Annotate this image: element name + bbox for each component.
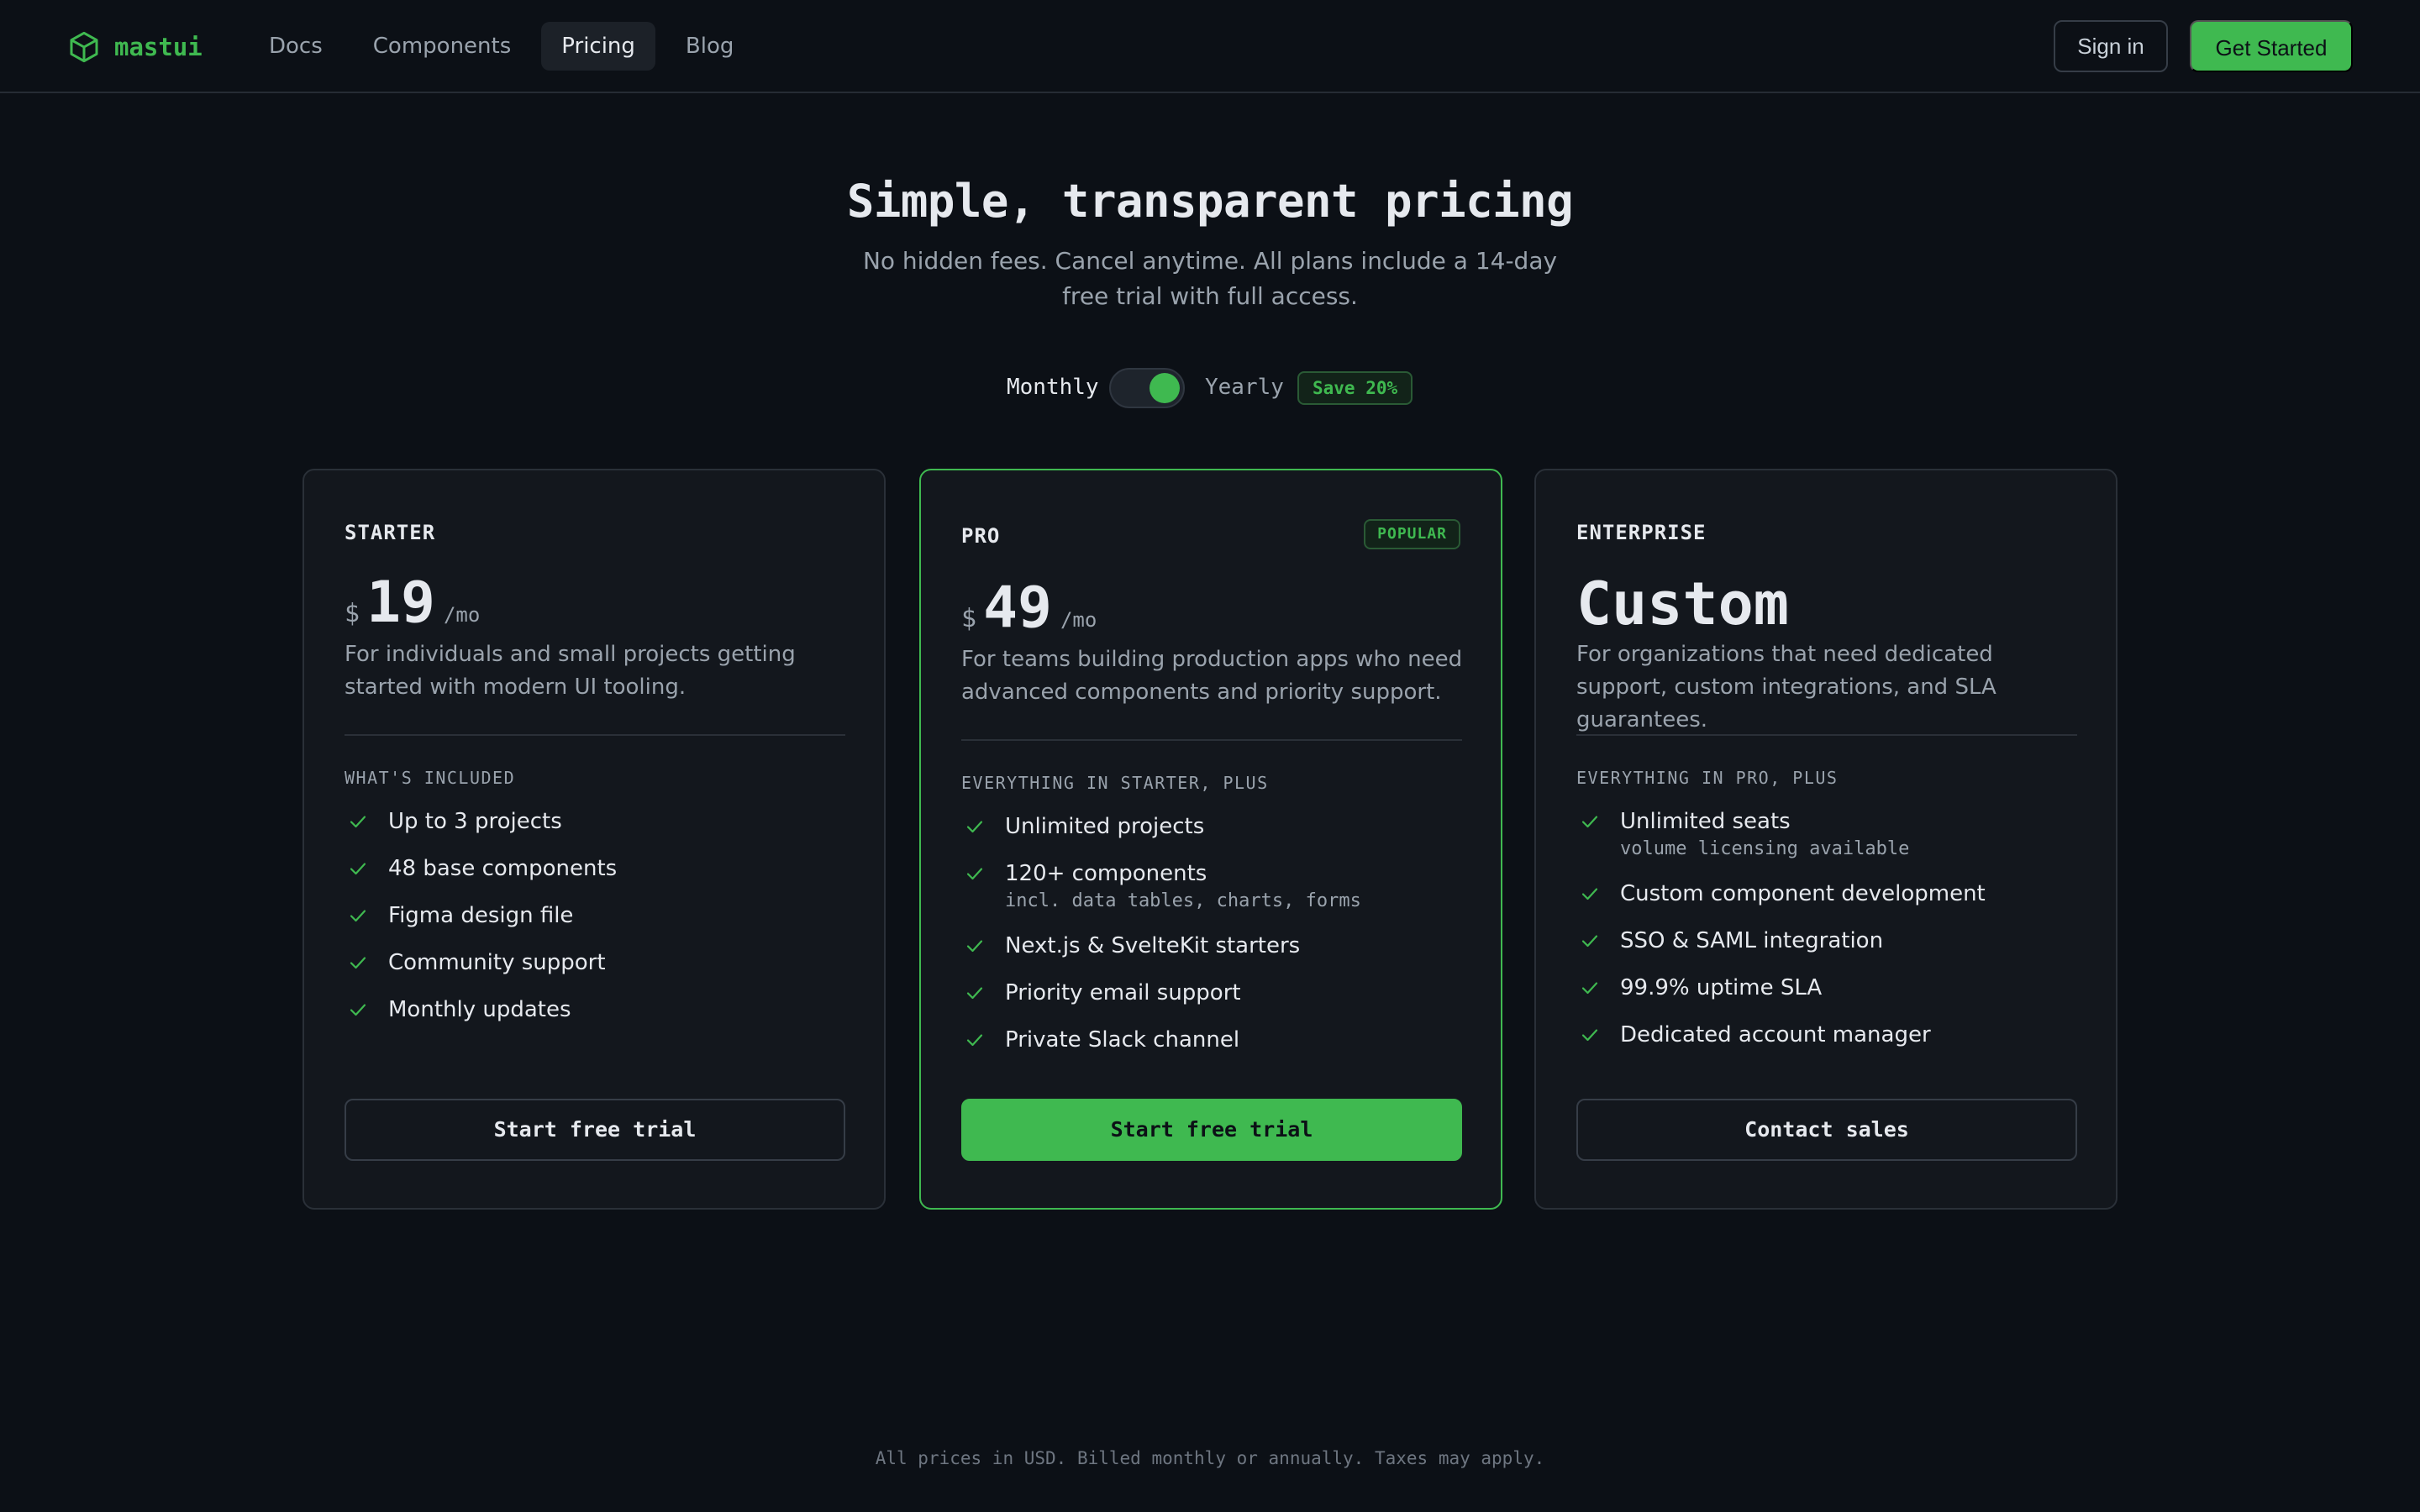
divider xyxy=(1576,734,2077,736)
nav-link-blog[interactable]: Blog xyxy=(666,22,754,71)
feature-item: Monthly updates xyxy=(345,995,849,1025)
feature-list: Unlimited projects 120+ components incl. … xyxy=(961,811,1465,1072)
start-trial-button[interactable]: Start free trial xyxy=(961,1099,1462,1161)
feature-text: Up to 3 projects xyxy=(388,809,562,834)
check-icon xyxy=(1581,888,1598,900)
plan-name: STARTER xyxy=(345,521,436,544)
check-icon xyxy=(966,868,983,880)
footer-note: All prices in USD. Billed monthly or ann… xyxy=(875,1448,1545,1468)
plan-name: ENTERPRISE xyxy=(1576,521,1707,544)
nav-link-docs[interactable]: Docs xyxy=(249,22,343,71)
feature-item: Figma design file xyxy=(345,900,849,931)
switch-knob xyxy=(1150,373,1180,403)
feature-subtext: incl. data tables, charts, forms xyxy=(1005,890,1361,911)
feature-item: Priority email support xyxy=(961,978,1465,1008)
check-icon xyxy=(966,1034,983,1047)
feature-text: Unlimited projects xyxy=(1005,814,1205,839)
billing-toggle-row: Monthly Yearly Save 20% xyxy=(0,366,2420,410)
brand-logo[interactable]: mastui xyxy=(67,30,203,64)
feature-text: Custom component development xyxy=(1620,881,1986,906)
feature-text: Dedicated account manager xyxy=(1620,1022,1931,1047)
save-badge: Save 20% xyxy=(1297,371,1413,405)
billing-period-switch[interactable] xyxy=(1109,368,1185,408)
feature-item: SSO & SAML integration xyxy=(1576,926,2081,956)
price-currency: $ xyxy=(961,604,977,633)
feature-list: Unlimited seats volume licensing availabl… xyxy=(1576,806,2081,1067)
price-period: /mo xyxy=(443,603,481,627)
plan-description: For organizations that need dedicated su… xyxy=(1576,642,1996,732)
plan-card-starter: STARTER $ 19 /mo For individuals and sma… xyxy=(302,469,886,1210)
check-icon xyxy=(1581,982,1598,995)
feature-text: Unlimited seats xyxy=(1620,809,1791,834)
feature-item: 99.9% uptime SLA xyxy=(1576,973,2081,1003)
price-amount: 49 xyxy=(983,575,1052,641)
plan-price: $ 49 /mo xyxy=(961,575,1097,642)
check-icon xyxy=(350,863,366,875)
plan-description: For teams building production apps who n… xyxy=(961,647,1463,705)
feature-subtext: volume licensing available xyxy=(1620,838,1910,859)
feature-item: Dedicated account manager xyxy=(1576,1020,2081,1050)
check-icon xyxy=(350,910,366,922)
brand-name: mastui xyxy=(114,33,203,61)
feature-text: Priority email support xyxy=(1005,980,1241,1005)
check-icon xyxy=(350,957,366,969)
feature-item: Unlimited seats volume licensing availabl… xyxy=(1576,806,2081,862)
check-icon xyxy=(350,816,366,828)
feature-item: 48 base components xyxy=(345,853,849,884)
plan-card-enterprise: ENTERPRISE Custom For organizations that… xyxy=(1534,469,2118,1210)
popular-badge: POPULAR xyxy=(1364,519,1460,549)
feature-text: 48 base components xyxy=(388,856,618,881)
plan-price: $ 19 /mo xyxy=(345,570,480,637)
feature-text: Community support xyxy=(388,950,606,975)
price-period: /mo xyxy=(1060,608,1097,632)
feature-item: Unlimited projects xyxy=(961,811,1465,842)
price-amount: 19 xyxy=(366,570,435,636)
nav-link-components[interactable]: Components xyxy=(353,22,532,71)
plan-card-pro: PRO POPULAR $ 49 /mo For teams building … xyxy=(919,469,1502,1210)
feature-item: Private Slack channel xyxy=(961,1025,1465,1055)
start-trial-button[interactable]: Start free trial xyxy=(345,1099,845,1161)
included-label: EVERYTHING IN PRO, PLUS xyxy=(1576,768,1839,788)
check-icon xyxy=(1581,935,1598,948)
page-title: Simple, transparent pricing xyxy=(846,175,1574,228)
feature-text: SSO & SAML integration xyxy=(1620,928,1884,953)
plan-description: For individuals and small projects getti… xyxy=(345,642,796,700)
included-label: EVERYTHING IN STARTER, PLUS xyxy=(961,773,1269,793)
page-subtitle: No hidden fees. Cancel anytime. All plan… xyxy=(862,247,1558,310)
feature-item: Up to 3 projects xyxy=(345,806,849,837)
divider xyxy=(345,734,845,736)
feature-text: 120+ components xyxy=(1005,861,1207,886)
feature-item: Custom component development xyxy=(1576,879,2081,909)
billing-monthly-label[interactable]: Monthly xyxy=(1007,375,1099,400)
plan-name: PRO xyxy=(961,524,1001,548)
nav-links: Docs Components Pricing Blog xyxy=(249,22,764,71)
feature-text: Monthly updates xyxy=(388,997,571,1022)
price-custom: Custom xyxy=(1576,570,1789,638)
billing-yearly-label[interactable]: Yearly xyxy=(1205,375,1284,400)
check-icon xyxy=(1581,1029,1598,1042)
price-currency: $ xyxy=(345,599,360,628)
sign-in-button[interactable]: Sign in xyxy=(2054,20,2168,72)
nav-link-pricing[interactable]: Pricing xyxy=(541,22,655,71)
check-icon xyxy=(966,987,983,1000)
check-icon xyxy=(350,1004,366,1016)
feature-item: 120+ components incl. data tables, charts… xyxy=(961,858,1465,914)
contact-sales-button[interactable]: Contact sales xyxy=(1576,1099,2077,1161)
cube-icon xyxy=(70,31,98,63)
feature-list: Up to 3 projects 48 base components Figm… xyxy=(345,806,849,1042)
feature-item: Community support xyxy=(345,948,849,978)
check-icon xyxy=(1581,816,1598,828)
check-icon xyxy=(966,940,983,953)
feature-text: Private Slack channel xyxy=(1005,1027,1240,1053)
feature-text: Next.js & SvelteKit starters xyxy=(1005,933,1301,958)
feature-text: 99.9% uptime SLA xyxy=(1620,975,1823,1000)
feature-text: Figma design file xyxy=(388,903,574,928)
included-label: WHAT'S INCLUDED xyxy=(345,768,516,788)
feature-item: Next.js & SvelteKit starters xyxy=(961,931,1465,961)
check-icon xyxy=(966,821,983,833)
top-nav: mastui Docs Components Pricing Blog Sign… xyxy=(0,0,2420,93)
divider xyxy=(961,739,1462,741)
get-started-button[interactable]: Get Started xyxy=(2190,20,2353,72)
